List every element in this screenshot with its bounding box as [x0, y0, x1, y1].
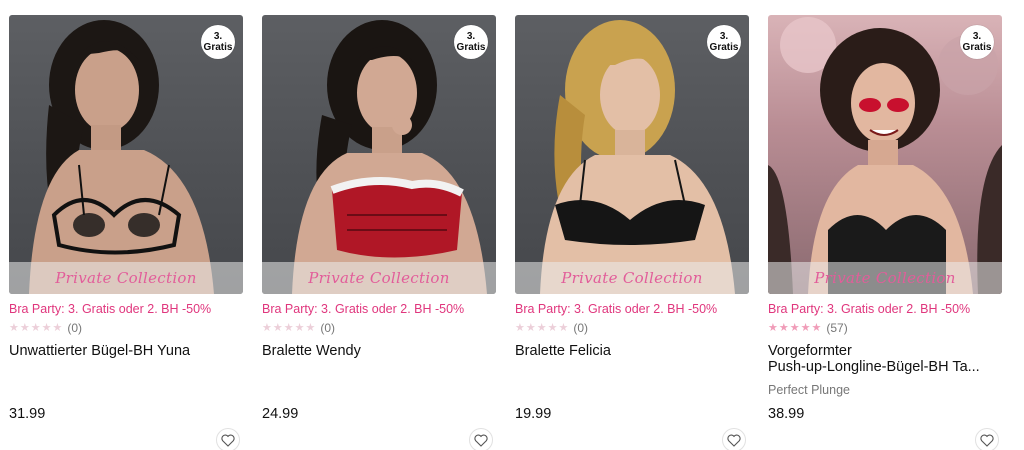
- collection-logo: Private Collection: [55, 269, 197, 287]
- rating-count: (0): [573, 321, 589, 335]
- rating-stars: ★ ★ ★ ★ ★: [262, 322, 316, 334]
- collection-band: Private Collection: [768, 262, 1002, 294]
- product-price: 38.99: [768, 406, 805, 422]
- heart-outline-icon: [474, 434, 488, 447]
- wishlist-button[interactable]: [722, 428, 746, 450]
- model-photo-illustration: [768, 17, 1002, 294]
- rating: ★ ★ ★ ★ ★ (0): [262, 321, 335, 335]
- star-icon: ★: [52, 322, 63, 334]
- heart-outline-icon: [980, 434, 994, 447]
- model-photo-illustration: [540, 20, 735, 294]
- star-icon: ★: [272, 322, 283, 334]
- wishlist-button[interactable]: [975, 428, 999, 450]
- product-grid: 3. Gratis Private Collection Bra Party: …: [0, 0, 1024, 450]
- promo-text: Bra Party: 3. Gratis oder 2. BH -50%: [515, 302, 718, 316]
- star-icon: ★: [30, 322, 41, 334]
- star-icon: ★: [768, 322, 778, 334]
- rating-count: (0): [67, 321, 83, 335]
- product-title[interactable]: Vorgeformter Push-up-Longline-Bügel-BH T…: [768, 343, 1002, 375]
- heart-outline-icon: [727, 434, 741, 447]
- promo-text: Bra Party: 3. Gratis oder 2. BH -50%: [9, 302, 212, 316]
- rating-stars: ★ ★ ★ ★ ★: [515, 322, 569, 334]
- collection-band: Private Collection: [515, 262, 749, 294]
- star-icon: ★: [547, 322, 558, 334]
- product-title[interactable]: Bralette Wendy: [262, 343, 496, 359]
- promo-badge: 3. Gratis: [960, 25, 994, 59]
- star-icon: ★: [778, 322, 789, 334]
- wishlist-button[interactable]: [216, 428, 240, 450]
- rating: ★ ★ ★ ★ ★ (57): [768, 321, 848, 335]
- product-card[interactable]: 3. Gratis Private Collection Bra Party: …: [515, 15, 749, 450]
- rating: ★ ★ ★ ★ ★ (0): [515, 321, 588, 335]
- star-icon: ★: [515, 322, 525, 334]
- product-price: 19.99: [515, 406, 552, 422]
- product-image[interactable]: 3. Gratis Private Collection: [9, 15, 243, 294]
- star-icon: ★: [283, 322, 294, 334]
- heart-outline-icon: [221, 434, 235, 447]
- product-image[interactable]: 3. Gratis Private Collection: [515, 15, 749, 294]
- product-image[interactable]: 3. Gratis Private Collection: [262, 15, 496, 294]
- product-price: 24.99: [262, 406, 299, 422]
- product-price: 31.99: [9, 406, 46, 422]
- promo-badge: 3. Gratis: [201, 25, 235, 59]
- star-icon: ★: [800, 322, 811, 334]
- star-icon: ★: [41, 322, 52, 334]
- model-photo-illustration: [29, 20, 214, 294]
- star-icon: ★: [525, 322, 536, 334]
- star-icon: ★: [558, 322, 569, 334]
- star-icon: ★: [9, 322, 19, 334]
- product-title[interactable]: Unwattierter Bügel-BH Yuna: [9, 343, 243, 359]
- collection-logo: Private Collection: [814, 269, 956, 287]
- product-card[interactable]: 3. Gratis Private Collection Bra Party: …: [9, 15, 243, 450]
- promo-badge: 3. Gratis: [454, 25, 488, 59]
- model-photo-illustration: [292, 20, 487, 294]
- product-title[interactable]: Bralette Felicia: [515, 343, 749, 359]
- promo-text: Bra Party: 3. Gratis oder 2. BH -50%: [262, 302, 465, 316]
- rating-count: (0): [320, 321, 336, 335]
- star-icon: ★: [305, 322, 316, 334]
- collection-band: Private Collection: [9, 262, 243, 294]
- rating-stars: ★ ★ ★ ★ ★: [768, 322, 822, 334]
- star-icon: ★: [789, 322, 800, 334]
- star-icon: ★: [536, 322, 547, 334]
- rating-stars: ★ ★ ★ ★ ★: [9, 322, 63, 334]
- star-icon: ★: [19, 322, 30, 334]
- promo-text: Bra Party: 3. Gratis oder 2. BH -50%: [768, 302, 971, 316]
- star-icon: ★: [811, 322, 822, 334]
- rating: ★ ★ ★ ★ ★ (0): [9, 321, 82, 335]
- product-subtitle: Perfect Plunge: [768, 383, 850, 397]
- collection-logo: Private Collection: [308, 269, 450, 287]
- product-title-line: Vorgeformter: [768, 343, 852, 359]
- product-card[interactable]: 3. Gratis Private Collection Bra Party: …: [768, 15, 1002, 450]
- promo-badge: 3. Gratis: [707, 25, 741, 59]
- product-title-line: Push-up-Longline-Bügel-BH Ta...: [768, 359, 980, 375]
- collection-logo: Private Collection: [561, 269, 703, 287]
- product-card[interactable]: 3. Gratis Private Collection Bra Party: …: [262, 15, 496, 450]
- rating-count: (57): [826, 321, 848, 335]
- star-icon: ★: [294, 322, 305, 334]
- wishlist-button[interactable]: [469, 428, 493, 450]
- collection-band: Private Collection: [262, 262, 496, 294]
- star-icon: ★: [262, 322, 272, 334]
- product-image[interactable]: 3. Gratis Private Collection: [768, 15, 1002, 294]
